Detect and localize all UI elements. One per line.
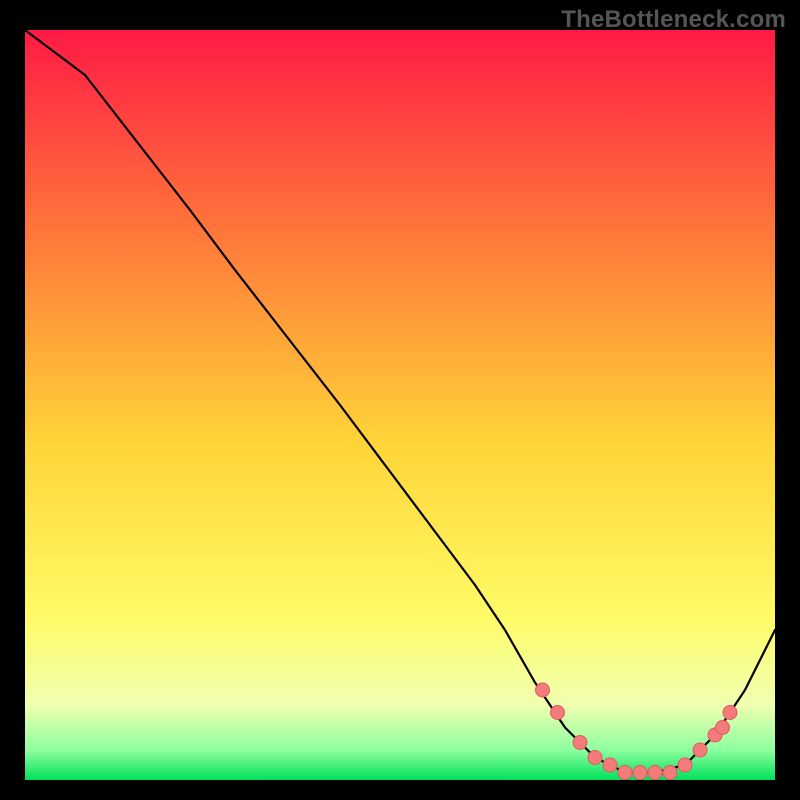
marker-point (663, 766, 677, 780)
marker-point (618, 766, 632, 780)
marker-point (716, 721, 730, 735)
marker-point (603, 758, 617, 772)
marker-point (678, 758, 692, 772)
marker-point (633, 766, 647, 780)
marker-point (693, 743, 707, 757)
marker-point (551, 706, 565, 720)
marker-point (588, 751, 602, 765)
marker-point (723, 706, 737, 720)
marker-point (573, 736, 587, 750)
marker-point (536, 683, 550, 697)
marker-point (648, 766, 662, 780)
plot-area (25, 30, 775, 780)
chart-svg (25, 30, 775, 780)
chart-frame: TheBottleneck.com (0, 0, 800, 800)
